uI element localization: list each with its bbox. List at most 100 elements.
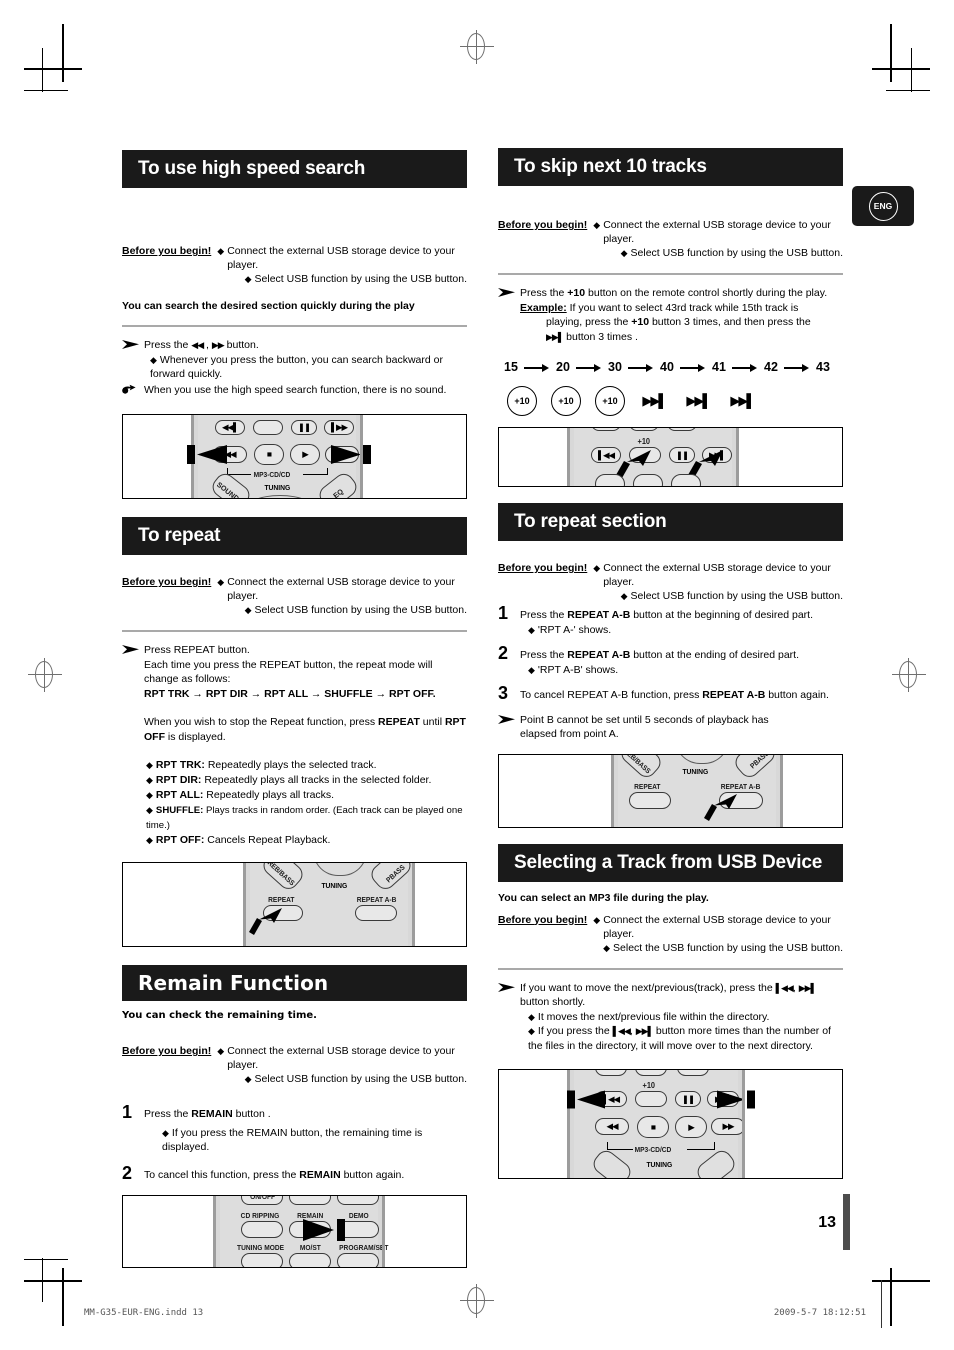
pointer-arrow-next <box>688 450 723 478</box>
section-title: Selecting a Track from USB Device <box>514 851 823 873</box>
st-bullet-1: It moves the next/previous file within t… <box>537 1010 770 1023</box>
remote-button-stop: ■ <box>254 444 284 465</box>
section-header-repeat: To repeat <box>122 517 467 555</box>
prev-track-icon: ▌◀◀ <box>612 1026 631 1036</box>
footer-rule <box>881 1280 882 1328</box>
step-number: 2 <box>122 1162 133 1183</box>
track-number: 30 <box>608 360 622 374</box>
arrow-bullet-icon <box>122 338 144 382</box>
left-column: To use high speed search Before you begi… <box>122 150 467 1268</box>
remain-step1-bullet: If you press the REMAIN button, the rema… <box>162 1126 423 1154</box>
crop-mark-br-v <box>890 1268 892 1326</box>
crop-mark-tr-v <box>890 24 892 82</box>
next-track-icon: ▶▶▌ <box>686 393 711 408</box>
remote-label-plus10: +10 <box>637 437 651 446</box>
remote-label-demo: DEMO <box>348 1211 369 1220</box>
mode-desc: Repeatedly plays all tracks in the selec… <box>204 774 432 786</box>
sequence-button-cell: +10 <box>500 386 544 416</box>
repeat-step-line-1: Press REPEAT button. <box>144 644 250 656</box>
remain-step2-post: button again. <box>340 1168 405 1181</box>
diamond-icon: ◆ <box>593 563 601 573</box>
before-you-begin-high-speed: Before you begin! ◆ Connect the external… <box>122 244 467 286</box>
diamond-icon: ◆ <box>620 591 628 601</box>
repeat-step-line-2: Each time you press the REPEAT button, t… <box>144 658 433 671</box>
before-line-2: Select USB function by using the USB but… <box>254 273 467 285</box>
mode-term: SHUFFLE: <box>155 805 204 816</box>
divider <box>498 967 843 970</box>
fast-forward-icon: ▶▶ <box>722 1121 734 1132</box>
example-line-3: button 3 times . <box>563 330 638 343</box>
crop-mark-bl-h <box>24 1280 82 1282</box>
before-you-begin-remain: Before you begin! ◆ Connect the external… <box>122 1044 467 1086</box>
crop-mark-tr-v2 <box>910 48 912 92</box>
sequence-button-cell: ▶▶▌ <box>720 393 764 409</box>
high-speed-lead: You can search the desired section quick… <box>122 300 415 312</box>
remote-label-repeat-ab: REPEAT A-B <box>356 895 397 904</box>
pause-icon: ❚❚ <box>297 422 311 433</box>
select-track-lead: You can select an MP3 file during the pl… <box>498 891 709 904</box>
prev-track-icon: ▌◀◀ <box>597 449 615 460</box>
repeat-section-step-1: 1 Press the REPEAT A-B button at the beg… <box>498 603 843 637</box>
remote-button-pause: ❚❚ <box>291 420 317 435</box>
high-speed-hand-text: When you use the high speed search funct… <box>144 383 447 396</box>
rs-note-line-1: Point B cannot be set until 5 seconds of… <box>520 713 769 726</box>
remain-step1-pre: Press the <box>144 1108 192 1120</box>
diamond-icon: ◆ <box>146 760 153 770</box>
remote-label-mp3cd: MP3-CD/CD <box>253 470 291 479</box>
diamond-icon: ◆ <box>528 664 535 675</box>
rs-step1-pre: Press the <box>520 609 568 621</box>
remote-button-prev: ◀◀▌ <box>215 420 245 435</box>
crop-mark-bl-v <box>62 1268 64 1326</box>
pointer-arrow-repeat-ab <box>704 793 737 821</box>
track-sequence-buttons: +10 +10 +10 ▶▶▌ ▶▶▌ ▶▶▌ <box>498 386 843 416</box>
remote-button-top-2 <box>635 1070 667 1076</box>
diamond-icon: ◆ <box>244 1074 252 1084</box>
track-number: 41 <box>712 360 726 374</box>
example-line-2-bold: +10 <box>631 316 650 328</box>
before-you-begin-label: Before you begin! <box>122 576 212 588</box>
manual-page: ENG To use high speed search Before you … <box>0 0 954 1350</box>
remain-step-2: 2 To cancel this function, press the REM… <box>122 1162 467 1183</box>
remote-button-play: ▶ <box>290 444 320 465</box>
step-number: 2 <box>498 643 509 663</box>
rs-step3-post: button again. <box>765 689 829 701</box>
diamond-icon: ◆ <box>620 248 628 258</box>
example-line-1: If you want to select 43rd track while 1… <box>566 301 799 314</box>
skip10-step-post: button on the remote control shortly dur… <box>585 287 828 299</box>
mode-term: RPT ALL: <box>155 789 204 801</box>
sequence-arrow-icon <box>626 362 656 372</box>
sequence-arrow-icon <box>574 362 604 372</box>
list-item: ◆ RPT TRK: Repeatedly plays the selected … <box>146 758 467 773</box>
remote-label-repeat-ab: REPEAT A-B <box>720 781 761 791</box>
section-title: Remain Function <box>138 971 329 995</box>
remote-button-fast-forward: ▶▶ <box>711 1118 745 1135</box>
next-track-icon: ▶▶▌ <box>635 1026 654 1036</box>
section-title: To repeat section <box>514 511 667 532</box>
before-line-2: Select USB function by using the USB but… <box>630 590 843 602</box>
right-column: To skip next 10 tracks Before you begin!… <box>498 148 843 1179</box>
section-header-skip-10-tracks: To skip next 10 tracks <box>498 148 843 186</box>
before-line-2: Select the USB function by using the USB… <box>613 941 843 954</box>
mode-desc: Repeatedly plays all tracks. <box>206 789 335 801</box>
remote-illustration-select-track: +10 ▌◀◀ ❚❚ ▶▶▌ <box>498 1069 843 1179</box>
before-you-begin-skip10: Before you begin! ◆ Connect the external… <box>498 218 843 260</box>
remote-label-plus10: +10 <box>642 1081 656 1090</box>
registration-mark-right <box>892 658 926 692</box>
arrow-bullet-icon <box>498 981 520 1054</box>
sequence-button-cell: ▶▶▌ <box>632 393 676 409</box>
section-header-select-track: Selecting a Track from USB Device <box>498 843 843 882</box>
skip10-step: Press the +10 button on the remote contr… <box>498 286 843 344</box>
list-item: ◆ RPT DIR: Repeatedly plays all tracks in… <box>146 773 467 788</box>
remote-button-blank-1 <box>289 1196 331 1205</box>
repeat-step: Press REPEAT button. Each time you press… <box>122 643 467 701</box>
diamond-icon: ◆ <box>217 246 225 256</box>
remote-button-bottom-3 <box>671 474 701 486</box>
step-number: 1 <box>498 603 509 623</box>
prev-track-icon: ◀◀▌ <box>221 422 239 433</box>
section-title: To skip next 10 tracks <box>514 156 707 177</box>
remote-label-mp3cd: MP3-CD/CD <box>634 1145 672 1154</box>
remote-button-tuning-mode <box>241 1253 283 1267</box>
divider <box>498 273 843 275</box>
remote-label-program-set: PROGRAM/SET <box>339 1243 389 1252</box>
skip10-step-pre: Press the <box>520 287 568 299</box>
